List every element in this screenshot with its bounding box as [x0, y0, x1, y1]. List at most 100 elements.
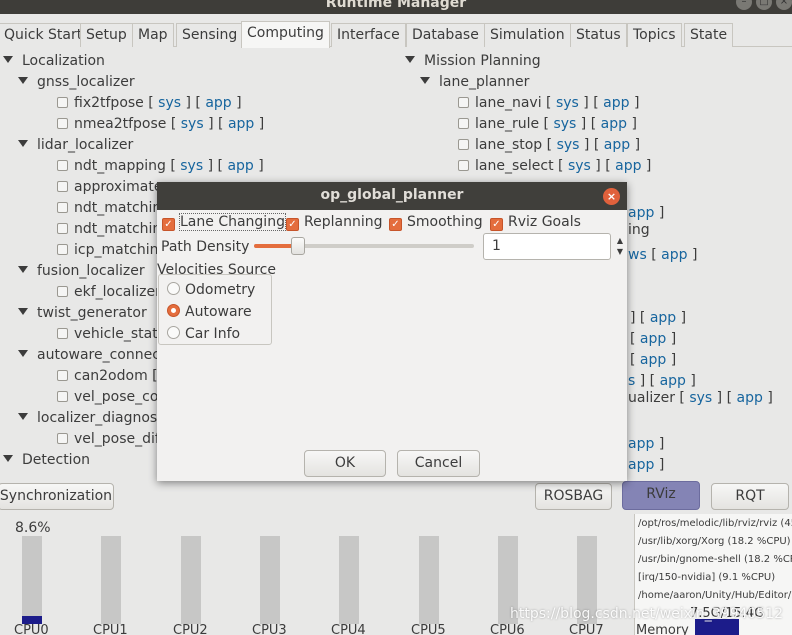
tree-partial-row[interactable]: s ] [ app ] [628, 372, 696, 390]
checkbox[interactable] [458, 118, 469, 129]
smoothing-checkbox[interactable]: ✓ Smoothing [389, 213, 483, 231]
app-link[interactable]: app [661, 247, 687, 263]
tree-partial-row[interactable]: ws [ app ] [628, 246, 697, 264]
checkmark-icon[interactable]: ✓ [389, 218, 402, 231]
tree-lane-navi[interactable]: lane_navi [ sys ] [ app ] [458, 94, 639, 112]
sys-link[interactable]: sys [568, 158, 591, 174]
sys-link[interactable]: sys [556, 95, 579, 111]
app-link[interactable]: app [628, 436, 654, 452]
synchronization-button[interactable]: Synchronization [0, 483, 114, 510]
path-density-input[interactable]: 1 [483, 233, 611, 260]
radio-car-info[interactable]: Car Info [167, 325, 240, 343]
tab-interface[interactable]: Interface [331, 23, 406, 47]
tree-lane-select[interactable]: lane_select [ sys ] [ app ] [458, 157, 651, 175]
tree-partial-row[interactable]: ] [ app ] [630, 309, 686, 327]
rviz-button[interactable]: RViz [622, 481, 700, 510]
expand-arrow-icon[interactable] [18, 140, 28, 147]
checkbox[interactable] [57, 328, 68, 339]
tree-fix2tfpose[interactable]: fix2tfpose [ sys ] [ app ] [57, 94, 242, 112]
app-link[interactable]: app [603, 95, 629, 111]
tree-mission-planning[interactable]: Mission Planning [405, 52, 541, 70]
slider-handle[interactable] [291, 237, 305, 255]
sys-link[interactable]: sys [180, 158, 203, 174]
checkbox[interactable] [57, 244, 68, 255]
tree-lane-rule[interactable]: lane_rule [ sys ] [ app ] [458, 115, 637, 133]
app-link[interactable]: app [205, 95, 231, 111]
app-link[interactable]: app [650, 310, 676, 326]
expand-arrow-icon[interactable] [18, 266, 28, 273]
tree-approximate[interactable]: approximate [57, 178, 162, 196]
radio-icon[interactable] [167, 326, 180, 339]
checkbox[interactable] [458, 160, 469, 171]
dialog-close-icon[interactable]: × [603, 188, 620, 205]
rosbag-button[interactable]: ROSBAG [535, 483, 612, 510]
tree-can2odom[interactable]: can2odom [ [57, 367, 158, 385]
tab-map[interactable]: Map [132, 23, 174, 47]
radio-icon[interactable] [167, 282, 180, 295]
tree-partial-row[interactable]: [ app ] [630, 330, 676, 348]
app-link[interactable]: app [660, 373, 686, 389]
tree-nmea2tfpose[interactable]: nmea2tfpose [ sys ] [ app ] [57, 115, 264, 133]
sys-link[interactable]: sys [158, 95, 181, 111]
tree-detection[interactable]: Detection [3, 451, 90, 469]
app-link[interactable]: app [604, 137, 630, 153]
expand-arrow-icon[interactable] [18, 77, 28, 84]
tree-partial-row[interactable]: app ] [628, 435, 664, 453]
expand-arrow-icon[interactable] [18, 350, 28, 357]
path-density-slider[interactable] [254, 244, 474, 248]
checkbox[interactable] [458, 97, 469, 108]
tree-lane-stop[interactable]: lane_stop [ sys ] [ app ] [458, 136, 640, 154]
lane-changing-checkbox[interactable]: ✓ Lane Changing [162, 213, 286, 231]
checkbox[interactable] [57, 286, 68, 297]
expand-arrow-icon[interactable] [420, 77, 430, 84]
ok-button[interactable]: OK [304, 450, 386, 477]
sys-link[interactable]: sys [557, 137, 580, 153]
radio-autoware[interactable]: Autoware [167, 303, 252, 321]
tab-quick-start[interactable]: Quick Start [0, 23, 89, 47]
checkmark-icon[interactable]: ✓ [162, 218, 175, 231]
tree-vel-pose-connect[interactable]: vel_pose_cor [57, 388, 164, 406]
checkbox[interactable] [57, 202, 68, 213]
expand-arrow-icon[interactable] [18, 413, 28, 420]
tree-ndt-matching-1[interactable]: ndt_matchin [57, 199, 161, 217]
checkbox[interactable] [57, 370, 68, 381]
rviz-goals-checkbox[interactable]: ✓ Rviz Goals [490, 213, 581, 231]
checkbox[interactable] [458, 139, 469, 150]
tree-icp-matching[interactable]: icp_matchin [57, 241, 159, 259]
tab-state[interactable]: State [684, 23, 734, 47]
tab-computing[interactable]: Computing [241, 21, 330, 48]
cancel-button[interactable]: Cancel [397, 450, 480, 477]
tab-setup[interactable]: Setup [80, 23, 133, 47]
tree-autoware-connector[interactable]: autoware_connec [18, 346, 160, 364]
expand-arrow-icon[interactable] [405, 56, 415, 63]
tree-ekf-localizer[interactable]: ekf_localizer [57, 283, 161, 301]
tab-simulation[interactable]: Simulation [484, 23, 571, 47]
tree-lidar-localizer[interactable]: lidar_localizer [18, 136, 133, 154]
tree-localization[interactable]: Localization [3, 52, 105, 70]
app-link[interactable]: app [615, 158, 641, 174]
app-link[interactable]: app [737, 390, 763, 406]
sys-link[interactable]: sys [553, 116, 576, 132]
checkbox[interactable] [57, 160, 68, 171]
expand-arrow-icon[interactable] [18, 308, 28, 315]
app-link[interactable]: app [228, 116, 254, 132]
checkbox[interactable] [57, 223, 68, 234]
spin-arrows-icon[interactable]: ▲ ▼ [615, 235, 625, 259]
checkbox[interactable] [57, 97, 68, 108]
radio-selected-icon[interactable] [167, 304, 180, 317]
checkbox[interactable] [57, 391, 68, 402]
app-link[interactable]: app [640, 352, 666, 368]
tree-localizer-diagnostic[interactable]: localizer_diagnosi [18, 409, 161, 427]
sys-link[interactable]: sys [689, 390, 712, 406]
app-link[interactable]: app [601, 116, 627, 132]
tree-fusion-localizer[interactable]: fusion_localizer [18, 262, 145, 280]
checkmark-icon[interactable]: ✓ [286, 218, 299, 231]
expand-arrow-icon[interactable] [3, 56, 13, 63]
app-link[interactable]: app [227, 158, 253, 174]
tree-twist-generator[interactable]: twist_generator [18, 304, 147, 322]
checkbox[interactable] [57, 181, 68, 192]
tree-partial-row[interactable]: app ] [628, 456, 664, 474]
tree-gnss-localizer[interactable]: gnss_localizer [18, 73, 135, 91]
tree-partial-row[interactable]: ualizer [ sys ] [ app ] [628, 389, 773, 407]
tree-ndt-matching-2[interactable]: ndt_matchin [57, 220, 161, 238]
